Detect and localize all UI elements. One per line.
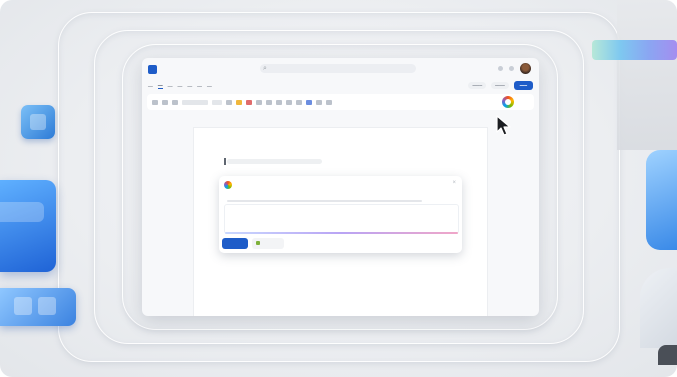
tile-app-icon xyxy=(0,288,76,326)
reference-file-button[interactable] xyxy=(252,238,284,249)
settings-icon[interactable] xyxy=(498,66,503,71)
menu-item-home[interactable]: ━━ xyxy=(157,83,163,89)
menu-item-insert[interactable]: ━━ xyxy=(168,84,173,89)
search-input[interactable]: ⌕ xyxy=(260,64,416,73)
align-icon[interactable] xyxy=(276,99,282,105)
gradient-ribbon xyxy=(592,40,677,60)
ribbon-toolbar xyxy=(147,94,534,110)
dark-accent xyxy=(658,345,677,365)
cloud-app-icon xyxy=(646,150,677,250)
glass-panel xyxy=(617,0,677,150)
menu-item-review[interactable]: ━━ xyxy=(197,84,202,89)
bullets-icon[interactable] xyxy=(256,99,262,105)
app-logo-icon[interactable] xyxy=(148,64,157,74)
mouse-pointer-icon xyxy=(496,115,511,136)
font-name-select[interactable] xyxy=(182,99,208,105)
generate-button[interactable] xyxy=(222,238,248,249)
styles-icon[interactable] xyxy=(296,99,302,105)
copilot-icon[interactable] xyxy=(502,96,514,108)
file-icon xyxy=(256,241,260,245)
highlight-icon[interactable] xyxy=(236,99,242,105)
dialog-prompt-text xyxy=(227,200,422,202)
menu-bar: ━━ ━━ ━━ ━━ ━━ ━━ ━━ ━━━━ ━━━━ ━━━ xyxy=(142,80,539,92)
outlook-app-icon xyxy=(0,180,56,272)
clipboard-icon[interactable] xyxy=(162,99,168,105)
comments-button[interactable]: ━━━━ xyxy=(468,82,487,89)
bold-icon[interactable] xyxy=(226,99,232,105)
font-color-icon[interactable] xyxy=(246,99,252,105)
close-icon[interactable]: × xyxy=(452,180,456,186)
editing-mode-button[interactable]: ━━━━ xyxy=(491,82,509,89)
word-app-icon xyxy=(21,105,55,139)
promo-frame: ⌕ ━━ ━━ ━━ ━━ ━━ ━━ ━━ ━━━━ ━━━━ ━━━ × xyxy=(0,0,677,377)
document-heading xyxy=(224,158,322,165)
prompt-input[interactable] xyxy=(224,204,459,234)
avatar[interactable] xyxy=(520,63,531,74)
editor-icon[interactable] xyxy=(326,99,332,105)
menu-item-view[interactable]: ━━ xyxy=(207,84,212,89)
copilot-dialog: × xyxy=(219,176,462,253)
line-spacing-icon[interactable] xyxy=(286,99,292,105)
title-bar: ⌕ xyxy=(142,58,539,80)
menu-item-references[interactable]: ━━ xyxy=(187,84,192,89)
copilot-icon xyxy=(224,181,232,189)
menu-item-file[interactable]: ━━ xyxy=(148,84,153,89)
share-button[interactable]: ━━━ xyxy=(513,81,533,90)
glass-curve xyxy=(640,268,677,348)
font-size-select[interactable] xyxy=(212,99,222,105)
numbering-icon[interactable] xyxy=(266,99,272,105)
menu-item-layout[interactable]: ━━ xyxy=(177,84,182,89)
format-painter-icon[interactable] xyxy=(172,99,178,105)
menu-bar-right: ━━━━ ━━━━ ━━━ xyxy=(468,81,533,90)
title-bar-right xyxy=(498,63,531,74)
undo-icon[interactable] xyxy=(152,99,158,105)
more-options-icon[interactable] xyxy=(509,66,514,71)
find-icon[interactable] xyxy=(306,99,312,105)
search-icon: ⌕ xyxy=(263,65,267,72)
dictate-icon[interactable] xyxy=(316,99,322,105)
